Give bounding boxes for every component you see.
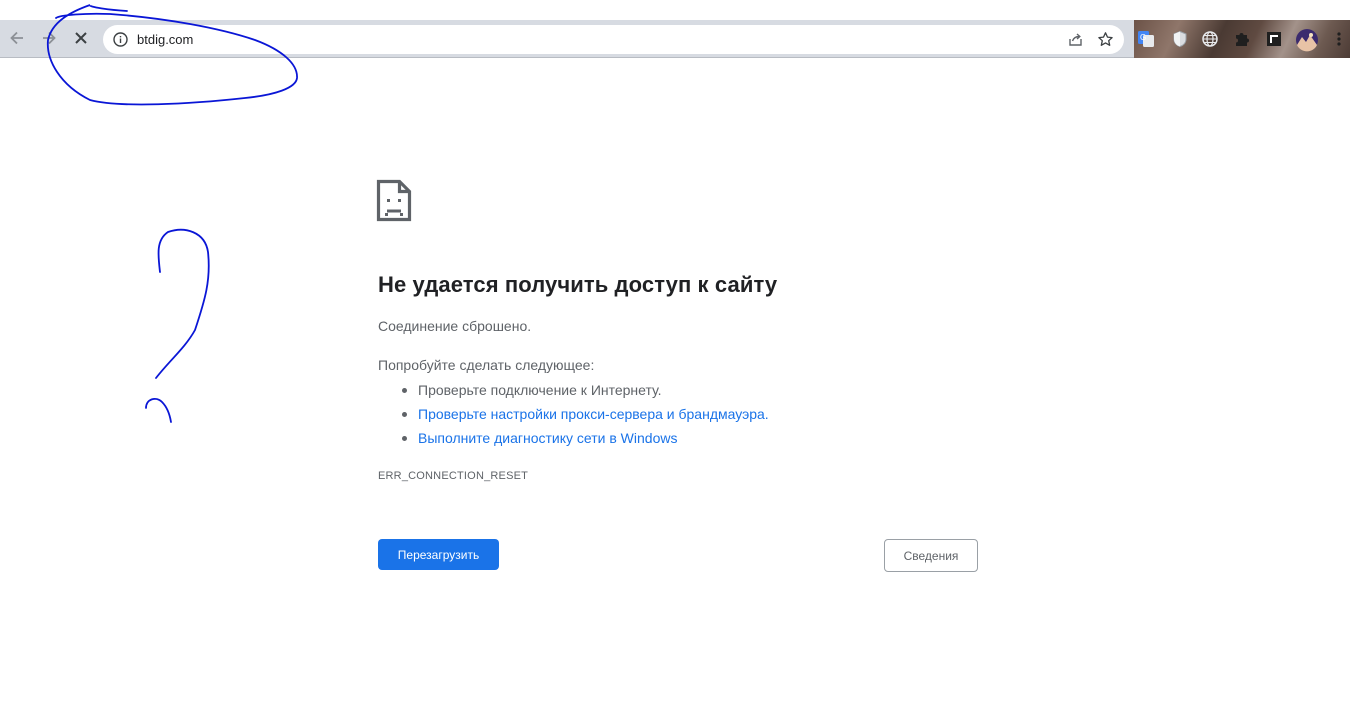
sad-page-icon [376, 179, 412, 222]
address-bar[interactable]: btdig.com [103, 25, 1124, 54]
browser-window: btdig.com G Не удается получить доступ к… [0, 0, 1350, 715]
profile-avatar[interactable] [1295, 28, 1319, 52]
share-icon[interactable] [1067, 31, 1084, 48]
back-button[interactable] [3, 24, 31, 52]
suggestion-network-diagnostics-link[interactable]: Выполните диагностику сети в Windows [378, 429, 769, 453]
translate-icon[interactable]: G [1137, 30, 1155, 48]
shield-extension-icon[interactable] [1171, 30, 1189, 48]
suggestion-text: Проверьте подключение к Интернету. [418, 382, 662, 398]
menu-kebab-icon[interactable] [1333, 30, 1345, 48]
suggestion-link-text[interactable]: Выполните диагностику сети в Windows [418, 430, 677, 446]
suggestion-proxy-firewall-link[interactable]: Проверьте настройки прокси-сервера и бра… [378, 405, 769, 429]
puzzle-extensions-icon[interactable] [1233, 30, 1251, 48]
url-text[interactable]: btdig.com [137, 32, 193, 47]
suggestion-link-text[interactable]: Проверьте настройки прокси-сервера и бра… [418, 406, 769, 422]
suggestions-heading: Попробуйте сделать следующее: [378, 357, 595, 373]
arrow-back-icon [10, 31, 23, 45]
stop-loading-icon [75, 32, 87, 44]
error-code: ERR_CONNECTION_RESET [378, 470, 529, 482]
details-button[interactable]: Сведения [884, 539, 978, 572]
suggestion-check-connection: Проверьте подключение к Интернету. [378, 381, 769, 405]
reload-button[interactable]: Перезагрузить [378, 539, 499, 570]
info-icon[interactable] [112, 31, 129, 48]
suggestions-list: Проверьте подключение к Интернету. Прове… [378, 381, 769, 453]
hand-drawn-annotations [46, 4, 298, 423]
globe-extension-icon[interactable] [1201, 30, 1219, 48]
arrow-forward-icon [43, 31, 56, 45]
bookmark-star-icon[interactable] [1097, 31, 1114, 48]
svg-text:G: G [1140, 33, 1146, 42]
error-subtitle: Соединение сброшено. [378, 318, 532, 334]
error-title: Не удается получить доступ к сайту [378, 272, 778, 297]
stop-button[interactable] [67, 24, 95, 52]
scribble-question-mark [155, 228, 210, 379]
scribble-question-dot [145, 397, 172, 423]
forward-button[interactable] [35, 24, 63, 52]
window-extension-icon[interactable] [1265, 30, 1283, 48]
